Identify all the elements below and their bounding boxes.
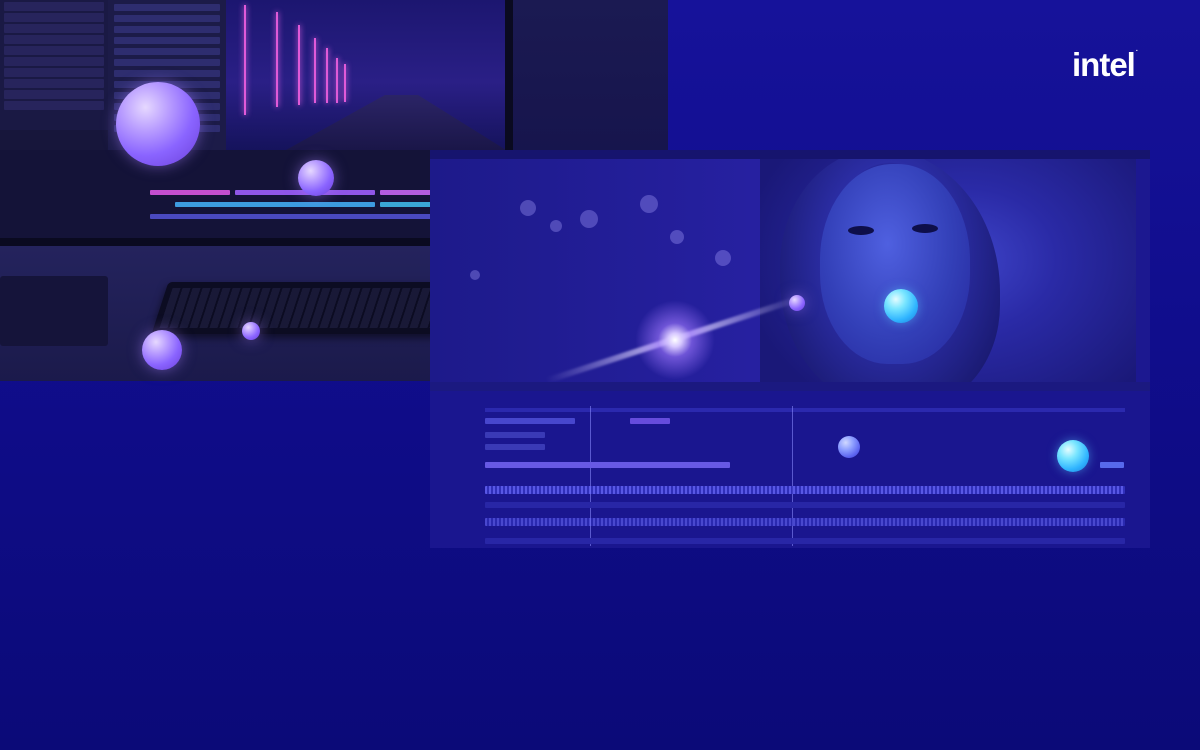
- speaker: [0, 276, 108, 346]
- editor-toolbar: [430, 150, 1150, 159]
- clip[interactable]: [485, 444, 545, 450]
- purple-sphere: [789, 295, 805, 311]
- blue-sphere: [838, 436, 860, 458]
- lens-flare: [635, 300, 715, 380]
- clip[interactable]: [1100, 462, 1124, 468]
- editor-header: [430, 382, 1150, 391]
- cyan-sphere: [1057, 440, 1089, 472]
- audio-waveform[interactable]: [485, 486, 1125, 494]
- file-list-panel: [0, 0, 108, 130]
- clip[interactable]: [485, 418, 575, 424]
- clip[interactable]: [630, 418, 670, 424]
- clip[interactable]: [485, 502, 1125, 508]
- purple-sphere: [242, 322, 260, 340]
- purple-sphere: [116, 82, 200, 166]
- road-image: [286, 95, 505, 150]
- woman-portrait: [760, 159, 1136, 382]
- portrait-panel: [430, 150, 1150, 382]
- cyan-sphere: [884, 289, 918, 323]
- clip[interactable]: [485, 538, 1125, 544]
- purple-sphere: [298, 160, 334, 196]
- timeline-editor: [430, 382, 1150, 548]
- timeline-ruler: [485, 408, 1125, 412]
- keyboard: [151, 282, 459, 334]
- face: [820, 164, 970, 364]
- audio-waveform[interactable]: [485, 518, 1125, 526]
- clip[interactable]: [485, 432, 545, 438]
- intel-logo: intel.: [1072, 46, 1138, 83]
- purple-sphere: [142, 330, 182, 370]
- video-viewer: [226, 0, 505, 150]
- clip[interactable]: [485, 462, 730, 468]
